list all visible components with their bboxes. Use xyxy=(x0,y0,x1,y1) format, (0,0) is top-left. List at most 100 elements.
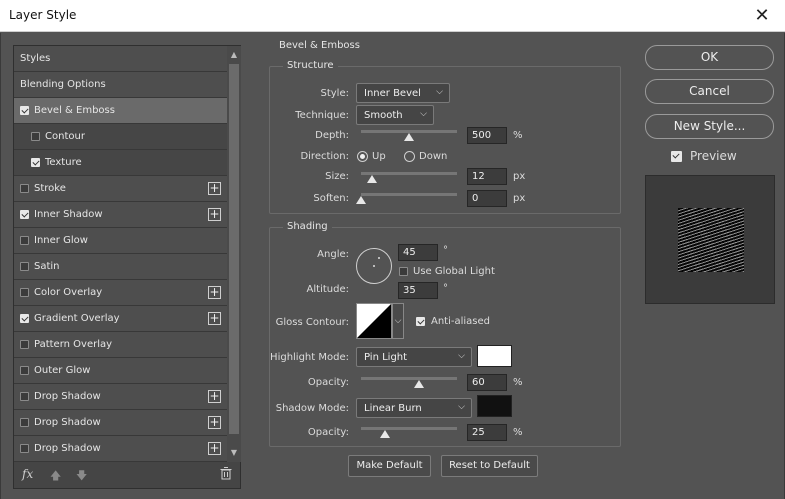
style-checkbox[interactable] xyxy=(20,288,29,297)
trash-icon[interactable] xyxy=(220,467,232,483)
add-effect-icon[interactable]: + xyxy=(208,208,221,221)
sidebar-item-blending-options[interactable]: Blending Options xyxy=(14,72,227,98)
style-checkbox[interactable] xyxy=(20,236,29,245)
style-checkbox[interactable] xyxy=(20,340,29,349)
move-down-icon[interactable]: 🡇 xyxy=(76,467,87,486)
angle-dial[interactable] xyxy=(356,248,392,284)
sidebar-item-label: Bevel & Emboss xyxy=(34,105,115,116)
depth-input[interactable]: 500 xyxy=(467,127,507,144)
scroll-thumb[interactable] xyxy=(229,64,239,434)
window-title: Layer Style xyxy=(9,8,77,22)
shading-title: Shading xyxy=(283,221,332,232)
style-checkbox[interactable] xyxy=(20,366,29,375)
sidebar-item-bevel-emboss[interactable]: Bevel & Emboss xyxy=(14,98,227,124)
angle-input[interactable]: 45 xyxy=(398,244,438,261)
depth-slider-handle[interactable] xyxy=(404,133,414,141)
reset-default-button[interactable]: Reset to Default xyxy=(441,455,538,477)
style-checkbox[interactable] xyxy=(20,210,29,219)
sidebar-item-drop-shadow[interactable]: Drop Shadow + xyxy=(14,384,227,410)
sidebar-item-pattern-overlay[interactable]: Pattern Overlay xyxy=(14,332,227,358)
cancel-button[interactable]: Cancel xyxy=(645,79,774,104)
sidebar-item-satin[interactable]: Satin xyxy=(14,254,227,280)
shadow-opacity-input[interactable]: 25 xyxy=(467,424,507,441)
sidebar-item-inner-glow[interactable]: Inner Glow xyxy=(14,228,227,254)
sidebar-item-label: Styles xyxy=(20,53,51,64)
soften-slider-track[interactable] xyxy=(361,193,457,196)
styles-scrollbar[interactable]: ▲ ▼ xyxy=(227,46,241,462)
ok-button[interactable]: OK xyxy=(645,45,774,70)
highlight-opacity-input[interactable]: 60 xyxy=(467,374,507,391)
sidebar-item-stroke[interactable]: Stroke + xyxy=(14,176,227,202)
sidebar-item-outer-glow[interactable]: Outer Glow xyxy=(14,358,227,384)
sidebar-item-drop-shadow[interactable]: Drop Shadow + xyxy=(14,436,227,462)
preview-checkbox[interactable] xyxy=(671,151,682,162)
sidebar-item-label: Drop Shadow xyxy=(34,391,101,402)
style-dropdown[interactable]: Inner Bevel ⌵ xyxy=(356,83,450,103)
angle-unit: ° xyxy=(443,245,448,256)
sidebar-item-styles[interactable]: Styles xyxy=(14,46,227,72)
chevron-down-icon: ⌵ xyxy=(436,87,443,97)
style-checkbox[interactable] xyxy=(20,262,29,271)
add-effect-icon[interactable]: + xyxy=(208,390,221,403)
add-effect-icon[interactable]: + xyxy=(208,286,221,299)
highlight-opacity-slider-track[interactable] xyxy=(361,377,457,380)
highlight-color-swatch[interactable] xyxy=(477,345,512,367)
gloss-contour-dropdown[interactable]: ⌵ xyxy=(392,303,404,339)
style-checkbox[interactable] xyxy=(20,184,29,193)
highlight-mode-dropdown[interactable]: Pin Light ⌵ xyxy=(356,347,472,367)
technique-dropdown[interactable]: Smooth ⌵ xyxy=(356,105,434,125)
sidebar-item-inner-shadow[interactable]: Inner Shadow + xyxy=(14,202,227,228)
direction-up-radio[interactable] xyxy=(357,151,368,162)
style-checkbox[interactable] xyxy=(20,418,29,427)
add-effect-icon[interactable]: + xyxy=(208,312,221,325)
style-checkbox[interactable] xyxy=(20,106,29,115)
shadow-mode-dropdown[interactable]: Linear Burn ⌵ xyxy=(356,398,472,418)
highlight-opacity-label: Opacity: xyxy=(307,377,349,388)
shadow-opacity-slider-handle[interactable] xyxy=(380,430,390,438)
move-up-icon[interactable]: 🡅 xyxy=(50,467,61,486)
highlight-opacity-slider-handle[interactable] xyxy=(414,380,424,388)
angle-label: Angle: xyxy=(317,249,349,260)
shadow-mode-label: Shadow Mode: xyxy=(275,403,349,414)
soften-slider-handle[interactable] xyxy=(356,196,366,204)
soften-input[interactable]: 0 xyxy=(467,190,507,207)
close-icon[interactable]: ✕ xyxy=(739,0,785,32)
sidebar-item-contour[interactable]: Contour xyxy=(14,124,227,150)
direction-down-radio[interactable] xyxy=(404,151,415,162)
style-checkbox[interactable] xyxy=(31,132,40,141)
chevron-down-icon: ⌵ xyxy=(458,402,465,412)
shadow-color-swatch[interactable] xyxy=(477,395,512,417)
fx-button[interactable]: fx xyxy=(22,467,33,481)
style-checkbox[interactable] xyxy=(20,444,29,453)
sidebar-item-label: Contour xyxy=(45,131,85,142)
add-effect-icon[interactable]: + xyxy=(208,182,221,195)
scroll-down-icon[interactable]: ▼ xyxy=(227,446,241,460)
style-checkbox[interactable] xyxy=(20,314,29,323)
sidebar-item-drop-shadow[interactable]: Drop Shadow + xyxy=(14,410,227,436)
gloss-contour-picker[interactable] xyxy=(356,303,392,339)
sidebar-item-color-overlay[interactable]: Color Overlay + xyxy=(14,280,227,306)
scroll-up-icon[interactable]: ▲ xyxy=(227,48,241,62)
use-global-light-checkbox[interactable] xyxy=(399,267,408,276)
styles-footer: fx 🡅 🡇 xyxy=(14,462,241,489)
size-slider-handle[interactable] xyxy=(367,175,377,183)
size-input[interactable]: 12 xyxy=(467,168,507,185)
add-effect-icon[interactable]: + xyxy=(208,416,221,429)
sidebar-item-label: Texture xyxy=(45,157,82,168)
anti-aliased-checkbox[interactable] xyxy=(416,317,425,326)
altitude-input[interactable]: 35 xyxy=(398,282,438,299)
chevron-down-icon: ⌵ xyxy=(394,316,402,326)
soften-label: Soften: xyxy=(313,193,349,204)
texture-swatch-image xyxy=(678,208,744,272)
new-style-button[interactable]: New Style... xyxy=(645,114,774,139)
add-effect-icon[interactable]: + xyxy=(208,442,221,455)
make-default-button[interactable]: Make Default xyxy=(348,455,431,477)
direction-down-label: Down xyxy=(419,151,448,162)
style-checkbox[interactable] xyxy=(31,158,40,167)
sidebar-item-label: Inner Glow xyxy=(34,235,88,246)
shadow-opacity-slider-track[interactable] xyxy=(361,427,457,430)
sidebar-item-gradient-overlay[interactable]: Gradient Overlay + xyxy=(14,306,227,332)
style-checkbox[interactable] xyxy=(20,392,29,401)
altitude-unit: ° xyxy=(443,283,448,294)
sidebar-item-texture[interactable]: Texture xyxy=(14,150,227,176)
